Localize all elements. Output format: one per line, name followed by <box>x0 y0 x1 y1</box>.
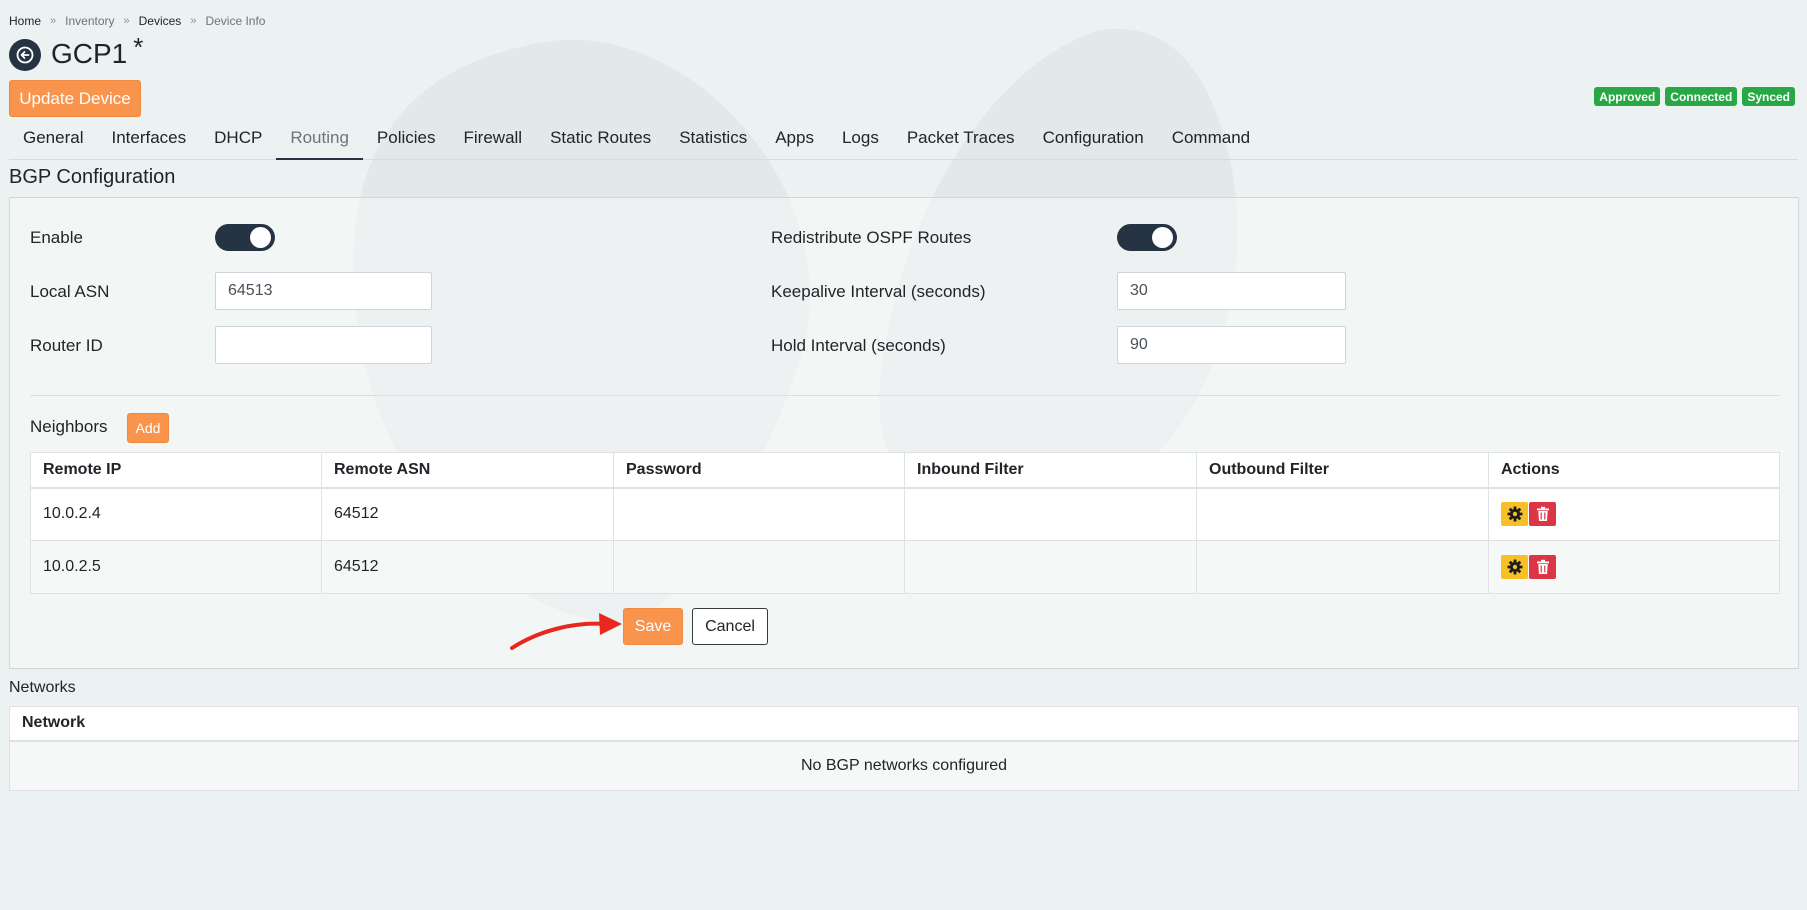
column-header-outbound-filter: Outbound Filter <box>1196 452 1489 489</box>
status-badge-approved: Approved <box>1594 87 1661 106</box>
cell-inbound-filter <box>904 540 1197 594</box>
column-header-password: Password <box>613 452 905 489</box>
cell-remote-asn: 64512 <box>321 540 614 594</box>
delete-neighbor-button[interactable] <box>1529 502 1556 527</box>
local-asn-input[interactable] <box>215 272 432 310</box>
add-neighbor-button[interactable]: Add <box>127 413 169 443</box>
breadcrumb-devices[interactable]: Devices <box>139 14 182 28</box>
tab-configuration[interactable]: Configuration <box>1029 122 1158 160</box>
table-row: 10.0.2.5 64512 <box>30 540 1780 594</box>
neighbors-table: Remote IP Remote ASN Password Inbound Fi… <box>30 452 1780 594</box>
keepalive-interval-label: Keepalive Interval (seconds) <box>771 282 986 301</box>
edit-neighbor-button[interactable] <box>1501 502 1528 527</box>
device-tabs: General Interfaces DHCP Routing Policies… <box>9 122 1798 160</box>
tab-interfaces[interactable]: Interfaces <box>97 122 200 160</box>
status-badge-connected: Connected <box>1665 87 1738 106</box>
trash-icon <box>1536 559 1549 574</box>
toggle-knob <box>250 227 271 248</box>
local-asn-label: Local ASN <box>30 282 110 301</box>
tab-static-routes[interactable]: Static Routes <box>536 122 665 160</box>
tab-dhcp[interactable]: DHCP <box>200 122 276 160</box>
cell-inbound-filter <box>904 487 1197 541</box>
enable-label: Enable <box>30 228 83 247</box>
status-badges: Approved Connected Synced <box>1594 87 1795 106</box>
tab-routing[interactable]: Routing <box>276 122 363 160</box>
breadcrumb: Home » Inventory » Devices » Device Info <box>9 14 265 28</box>
column-header-remote-asn: Remote ASN <box>321 452 614 489</box>
neighbors-label: Neighbors <box>30 417 108 436</box>
gear-icon <box>1507 559 1522 575</box>
page-title: GCP1 * <box>51 32 143 70</box>
router-id-label: Router ID <box>30 336 103 355</box>
toggle-knob <box>1152 227 1173 248</box>
enable-toggle[interactable] <box>215 224 275 251</box>
unsaved-indicator: * <box>133 32 144 62</box>
hold-interval-label: Hold Interval (seconds) <box>771 336 946 355</box>
router-id-input[interactable] <box>215 326 432 364</box>
tab-command[interactable]: Command <box>1158 122 1264 160</box>
redistribute-ospf-label: Redistribute OSPF Routes <box>771 228 972 247</box>
edit-neighbor-button[interactable] <box>1501 555 1528 579</box>
breadcrumb-separator: » <box>190 15 197 27</box>
column-header-actions: Actions <box>1488 452 1780 489</box>
cell-outbound-filter <box>1196 487 1489 541</box>
cell-remote-asn: 64512 <box>321 487 614 541</box>
breadcrumb-separator: » <box>50 15 57 27</box>
gear-icon <box>1507 506 1522 522</box>
tab-firewall[interactable]: Firewall <box>450 122 537 160</box>
device-name: GCP1 <box>51 38 128 69</box>
tab-statistics[interactable]: Statistics <box>665 122 761 160</box>
cell-password <box>613 540 905 594</box>
table-header-row: Network <box>9 706 1799 742</box>
table-row: No BGP networks configured <box>9 740 1799 791</box>
breadcrumb-inventory[interactable]: Inventory <box>65 14 114 28</box>
update-device-button[interactable]: Update Device <box>9 80 141 117</box>
column-header-inbound-filter: Inbound Filter <box>904 452 1197 489</box>
save-button[interactable]: Save <box>623 608 683 645</box>
tab-logs[interactable]: Logs <box>828 122 893 160</box>
hold-interval-input[interactable] <box>1117 326 1346 364</box>
column-header-network: Network <box>9 706 1799 742</box>
status-badge-synced: Synced <box>1742 87 1795 106</box>
tab-general[interactable]: General <box>9 122 97 160</box>
red-arrow-annotation <box>510 613 622 650</box>
bgp-config-card: Enable Local ASN Router ID Redistribute … <box>9 197 1799 669</box>
networks-label: Networks <box>9 679 76 696</box>
cell-remote-ip: 10.0.2.5 <box>30 540 322 594</box>
breadcrumb-separator: » <box>123 15 130 27</box>
delete-neighbor-button[interactable] <box>1529 555 1556 579</box>
breadcrumb-home[interactable]: Home <box>9 14 41 28</box>
back-button[interactable] <box>9 39 41 71</box>
cancel-button[interactable]: Cancel <box>692 608 768 645</box>
cell-password <box>613 487 905 541</box>
cell-remote-ip: 10.0.2.4 <box>30 487 322 541</box>
cell-outbound-filter <box>1196 540 1489 594</box>
divider <box>30 395 1780 396</box>
tab-policies[interactable]: Policies <box>363 122 450 160</box>
cell-actions <box>1488 487 1780 541</box>
tab-packet-traces[interactable]: Packet Traces <box>893 122 1029 160</box>
breadcrumb-device-info: Device Info <box>205 14 266 28</box>
redistribute-ospf-toggle[interactable] <box>1117 224 1177 251</box>
section-title: BGP Configuration <box>9 166 176 188</box>
trash-icon <box>1536 507 1549 522</box>
empty-state-text: No BGP networks configured <box>9 740 1799 791</box>
keepalive-interval-input[interactable] <box>1117 272 1346 310</box>
table-row: 10.0.2.4 64512 <box>30 487 1780 541</box>
arrow-left-icon <box>16 46 34 64</box>
cell-actions <box>1488 540 1780 594</box>
tab-apps[interactable]: Apps <box>761 122 828 160</box>
column-header-remote-ip: Remote IP <box>30 452 322 489</box>
table-header-row: Remote IP Remote ASN Password Inbound Fi… <box>30 452 1780 489</box>
networks-table: Network No BGP networks configured <box>9 706 1799 791</box>
